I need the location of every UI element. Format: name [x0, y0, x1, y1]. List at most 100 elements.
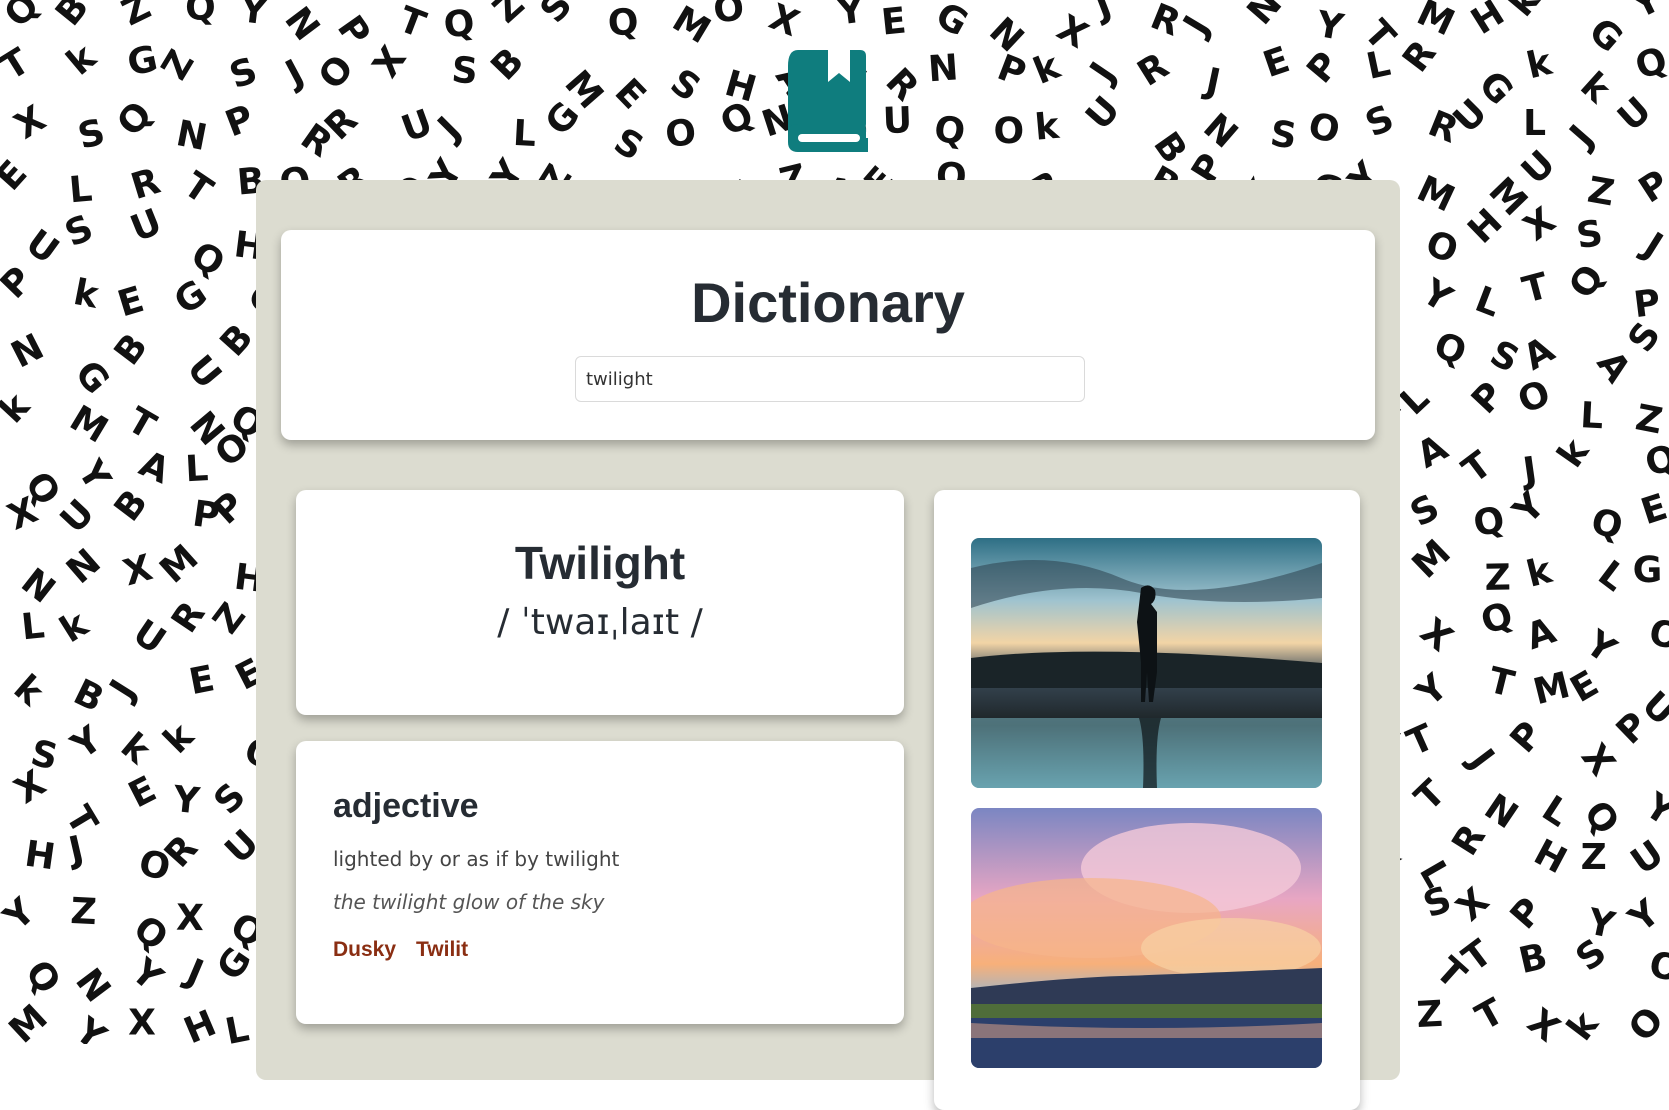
svg-text:P: P: [1299, 45, 1347, 92]
svg-text:Y: Y: [237, 0, 270, 33]
svg-text:N: N: [1195, 106, 1245, 157]
svg-text:k: k: [156, 715, 203, 762]
svg-text:Q: Q: [17, 953, 68, 1001]
svg-text:R: R: [1131, 45, 1176, 94]
svg-text:Y: Y: [834, 0, 867, 34]
svg-text:Q: Q: [607, 2, 640, 45]
svg-text:P: P: [1632, 163, 1669, 212]
svg-text:P: P: [1503, 890, 1551, 937]
svg-text:U: U: [18, 222, 66, 272]
svg-text:Z: Z: [1484, 557, 1511, 598]
svg-text:O: O: [1304, 105, 1344, 152]
svg-text:Q: Q: [1470, 499, 1508, 545]
search-input[interactable]: [575, 356, 1085, 402]
svg-text:S: S: [663, 62, 707, 110]
phonetic-text: / ˈtwaɪˌlaɪt /: [497, 602, 703, 643]
svg-text:Q: Q: [185, 0, 216, 29]
svg-text:Q: Q: [1575, 794, 1626, 843]
svg-text:S: S: [450, 50, 479, 93]
meaning-card: adjective lighted by or as if by twiligh…: [296, 741, 904, 1024]
svg-text:E: E: [113, 279, 149, 325]
svg-text:Q: Q: [442, 2, 477, 46]
svg-text:X: X: [1412, 611, 1460, 660]
svg-text:N: N: [927, 47, 960, 90]
svg-text:S: S: [1483, 333, 1525, 381]
svg-text:U: U: [179, 348, 229, 397]
svg-text:O: O: [993, 111, 1024, 153]
svg-text:B: B: [213, 317, 262, 365]
svg-text:Y: Y: [1625, 0, 1668, 28]
svg-text:B: B: [107, 326, 156, 373]
svg-text:Q: Q: [1587, 501, 1627, 548]
svg-text:L: L: [222, 1008, 252, 1044]
svg-text:T: T: [57, 799, 105, 842]
svg-text:U: U: [125, 201, 167, 250]
svg-text:A: A: [1521, 610, 1561, 658]
part-of-speech: adjective: [333, 787, 479, 825]
svg-text:H: H: [1464, 0, 1511, 43]
svg-text:B: B: [1515, 936, 1551, 982]
svg-text:L: L: [1579, 395, 1604, 437]
svg-text:N: N: [5, 326, 50, 376]
svg-text:k: k: [1028, 46, 1067, 93]
svg-text:Y: Y: [64, 718, 111, 768]
svg-text:M: M: [152, 537, 206, 591]
svg-text:B: B: [107, 482, 156, 529]
svg-text:N: N: [173, 113, 210, 159]
svg-text:J: J: [62, 829, 87, 873]
svg-text:Q: Q: [1429, 325, 1472, 374]
svg-text:Z: Z: [154, 43, 203, 86]
svg-text:S: S: [607, 121, 650, 169]
svg-text:Y: Y: [0, 890, 44, 939]
svg-text:G: G: [929, 0, 975, 45]
svg-text:E: E: [607, 71, 654, 117]
svg-text:X: X: [119, 547, 157, 594]
svg-text:T: T: [1518, 266, 1553, 312]
svg-text:J: J: [1634, 224, 1669, 267]
svg-text:Z: Z: [206, 596, 254, 642]
svg-text:L: L: [1535, 788, 1577, 835]
svg-text:X: X: [128, 1002, 156, 1043]
svg-text:Y: Y: [69, 453, 119, 498]
svg-text:M: M: [63, 398, 115, 452]
svg-text:S: S: [533, 0, 581, 31]
svg-text:Q: Q: [1641, 437, 1669, 485]
pink-cloud-sky-image: [971, 808, 1322, 1068]
svg-text:Y: Y: [1637, 785, 1669, 835]
svg-text:U: U: [882, 100, 913, 142]
svg-text:M: M: [665, 0, 717, 52]
svg-text:k: k: [1033, 106, 1061, 149]
synonym-link[interactable]: Dusky: [333, 938, 396, 962]
svg-text:J: J: [1560, 118, 1602, 157]
svg-text:J: J: [1199, 60, 1224, 104]
svg-text:U: U: [1624, 833, 1669, 883]
svg-text:Z: Z: [69, 891, 97, 933]
svg-text:X: X: [365, 39, 415, 85]
svg-text:T: T: [393, 0, 431, 46]
main-panel: Dictionary Twilight / ˈtwaɪˌlaɪt / adjec…: [256, 180, 1400, 1110]
svg-text:S: S: [59, 207, 99, 255]
svg-text:O: O: [663, 112, 698, 156]
svg-text:P: P: [220, 98, 259, 146]
svg-text:A: A: [1589, 344, 1639, 391]
svg-text:U: U: [396, 102, 437, 151]
svg-text:Q: Q: [0, 0, 48, 35]
word-heading: Twilight: [514, 537, 686, 589]
silhouette-sunset-image: [971, 538, 1322, 788]
word-card: Twilight / ˈtwaɪˌlaɪt /: [296, 490, 904, 715]
svg-text:Y: Y: [67, 1009, 114, 1044]
svg-text:L: L: [184, 448, 209, 490]
svg-text:Z: Z: [1581, 837, 1607, 878]
svg-text:G: G: [1581, 10, 1630, 60]
svg-text:T: T: [1484, 660, 1518, 706]
synonym-link[interactable]: Twilit: [416, 938, 468, 962]
svg-text:O: O: [1646, 612, 1669, 658]
svg-text:k: k: [113, 725, 159, 772]
svg-text:k: k: [6, 667, 52, 714]
svg-text:T: T: [0, 41, 37, 89]
svg-text:R: R: [126, 161, 165, 208]
svg-text:S: S: [74, 112, 109, 158]
synonym-list: Dusky Twilit: [333, 938, 468, 962]
svg-text:E: E: [186, 658, 218, 703]
svg-text:Z: Z: [486, 0, 533, 31]
